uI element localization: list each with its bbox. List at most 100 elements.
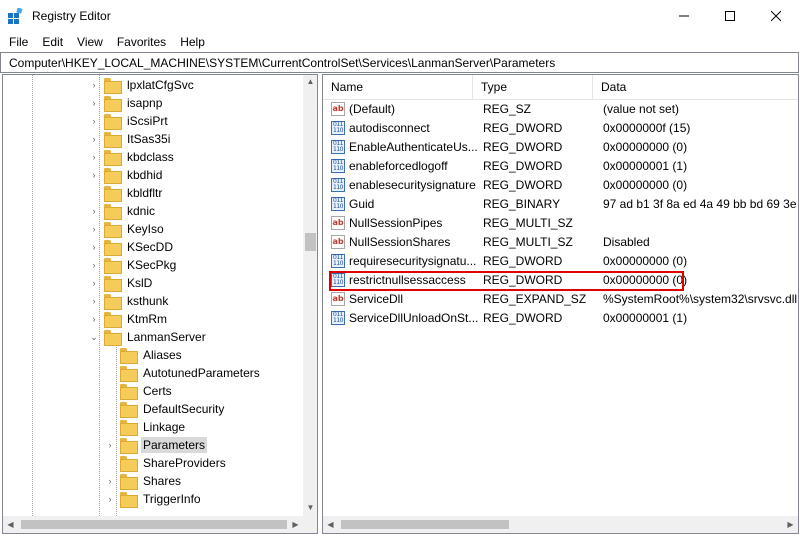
tree-item[interactable]: › kbdhid <box>89 166 164 184</box>
folder-icon <box>104 132 122 148</box>
scroll-right-icon[interactable]: ▶ <box>288 520 303 529</box>
chevron-right-icon[interactable]: › <box>105 476 115 486</box>
menu-file[interactable]: File <box>2 32 35 52</box>
folder-icon <box>104 312 122 328</box>
folder-icon <box>120 366 138 382</box>
tree-vertical-scrollbar[interactable]: ▲ ▼ <box>303 75 317 516</box>
scroll-right-icon[interactable]: ▶ <box>783 520 798 529</box>
folder-icon <box>104 240 122 256</box>
chevron-right-icon[interactable]: › <box>89 296 99 306</box>
tree-item[interactable]: › isapnp <box>89 94 164 112</box>
value-name: requiresecuritysignatu... <box>349 254 477 268</box>
value-row[interactable]: ab NullSessionShares REG_MULTI_SZ Disabled <box>323 233 798 252</box>
tree-item[interactable]: › KslD <box>89 274 154 292</box>
tree-item-label: iScsiPrt <box>127 114 168 128</box>
tree-item[interactable]: › Parameters <box>105 436 208 454</box>
tree-item[interactable]: › kdnic <box>89 202 157 220</box>
tree-item-label: ShareProviders <box>143 456 226 470</box>
tree-item[interactable]: › lpxlatCfgSvc <box>89 76 196 94</box>
tree-item[interactable]: › KtmRm <box>89 310 169 328</box>
binary-value-icon: 011 110 <box>331 311 345 325</box>
chevron-right-icon[interactable]: › <box>89 134 99 144</box>
tree-item[interactable]: › ItSas35i <box>89 130 172 148</box>
folder-icon <box>120 348 138 364</box>
list-horizontal-scrollbar[interactable]: ◀ ▶ <box>323 516 798 533</box>
tree-item[interactable]: Certs <box>105 382 174 400</box>
tree-item[interactable]: DefaultSecurity <box>105 400 226 418</box>
tree-horizontal-scrollbar[interactable]: ◀ ▶ <box>3 516 303 533</box>
folder-icon <box>104 78 122 94</box>
chevron-right-icon[interactable]: › <box>105 440 115 450</box>
chevron-right-icon[interactable]: › <box>89 260 99 270</box>
maximize-button[interactable] <box>707 0 753 32</box>
values-list-pane[interactable]: Name Type Data ab (Default) REG_SZ (value n… <box>322 74 799 534</box>
key-tree-pane[interactable]: › lpxlatCfgSvc › isapnp › iScsiPrt › ItSas35i › k… <box>2 74 318 534</box>
value-row[interactable]: 011 110 EnableAuthenticateUs... REG_DWORD 0x… <box>323 138 798 157</box>
tree-item[interactable]: › iScsiPrt <box>89 112 170 130</box>
maximize-icon <box>725 11 735 21</box>
string-value-icon: ab <box>331 292 345 306</box>
tree-item[interactable]: › kbdclass <box>89 148 176 166</box>
chevron-right-icon[interactable]: › <box>105 494 115 504</box>
folder-icon <box>104 114 122 130</box>
value-row[interactable]: 011 110 ServiceDllUnloadOnSt... REG_DWORD 0x… <box>323 309 798 328</box>
menu-view[interactable]: View <box>70 32 110 52</box>
value-row[interactable]: 011 110 requiresecuritysignatu... REG_DWORD… <box>323 252 798 271</box>
tree-item[interactable]: › KSecDD <box>89 238 175 256</box>
chevron-right-icon[interactable]: › <box>89 170 99 180</box>
folder-icon <box>120 492 138 508</box>
address-bar[interactable]: Computer\HKEY_LOCAL_MACHINE\SYSTEM\Curre… <box>0 52 799 73</box>
value-row[interactable]: 011 110 autodisconnect REG_DWORD 0x0000000f … <box>323 119 798 138</box>
string-value-icon: ab <box>331 235 345 249</box>
scroll-up-icon[interactable]: ▲ <box>303 77 317 86</box>
tree-item[interactable]: › KeyIso <box>89 220 166 238</box>
chevron-right-icon[interactable]: › <box>89 116 99 126</box>
value-row[interactable]: ab ServiceDll REG_EXPAND_SZ %SystemRoot%\sy… <box>323 290 798 309</box>
value-row[interactable]: 011 110 enableforcedlogoff REG_DWORD 0x00000… <box>323 157 798 176</box>
tree-item[interactable]: › KSecPkg <box>89 256 178 274</box>
chevron-right-icon[interactable]: › <box>89 80 99 90</box>
chevron-right-icon[interactable]: › <box>89 206 99 216</box>
chevron-down-icon[interactable]: ⌄ <box>89 332 99 343</box>
menu-edit[interactable]: Edit <box>35 32 70 52</box>
tree-item[interactable]: AutotunedParameters <box>105 364 262 382</box>
minimize-button[interactable] <box>661 0 707 32</box>
folder-icon <box>120 456 138 472</box>
binary-value-icon: 011 110 <box>331 178 345 192</box>
tree-item[interactable]: ShareProviders <box>105 454 228 472</box>
tree-item[interactable]: › Shares <box>105 472 183 490</box>
tree-item[interactable]: kbldfltr <box>89 184 164 202</box>
value-row[interactable]: 011 110 enablesecuritysignature REG_DWORD 0x… <box>323 176 798 195</box>
value-row[interactable]: ab (Default) REG_SZ (value not set) <box>323 100 798 119</box>
scroll-down-icon[interactable]: ▼ <box>303 503 317 512</box>
value-row[interactable]: 011 110 Guid REG_BINARY 97 ad b1 3f 8a ed 4a… <box>323 195 798 214</box>
tree-item[interactable]: Linkage <box>105 418 187 436</box>
tree-item[interactable]: Aliases <box>105 346 184 364</box>
tree-scroll-thumb[interactable] <box>305 233 316 251</box>
chevron-right-icon[interactable]: › <box>89 224 99 234</box>
close-button[interactable] <box>753 0 799 32</box>
tree-item[interactable]: › ksthunk <box>89 292 170 310</box>
value-data: 0x00000000 (0) <box>603 178 688 192</box>
tree-item[interactable]: › TriggerInfo <box>105 490 203 508</box>
column-header-name[interactable]: Name <box>323 75 473 99</box>
chevron-right-icon[interactable]: › <box>89 242 99 252</box>
column-header-type[interactable]: Type <box>473 75 593 99</box>
menu-help[interactable]: Help <box>173 32 212 52</box>
column-header-data[interactable]: Data <box>593 75 798 99</box>
folder-icon <box>120 420 138 436</box>
tree-hscroll-thumb[interactable] <box>21 520 287 529</box>
tree-item-label: lpxlatCfgSvc <box>127 78 194 92</box>
scroll-left-icon[interactable]: ◀ <box>3 520 18 529</box>
menu-favorites[interactable]: Favorites <box>110 32 173 52</box>
value-row[interactable]: ab NullSessionPipes REG_MULTI_SZ <box>323 214 798 233</box>
scroll-left-icon[interactable]: ◀ <box>323 520 338 529</box>
chevron-right-icon[interactable]: › <box>89 278 99 288</box>
chevron-right-icon[interactable]: › <box>89 152 99 162</box>
chevron-right-icon[interactable]: › <box>89 98 99 108</box>
tree-item[interactable]: ⌄ LanmanServer <box>89 328 208 346</box>
chevron-right-icon[interactable]: › <box>89 314 99 324</box>
binary-value-icon: 011 110 <box>331 140 345 154</box>
list-hscroll-thumb[interactable] <box>341 520 509 529</box>
column-header-type-label: Type <box>481 80 508 94</box>
